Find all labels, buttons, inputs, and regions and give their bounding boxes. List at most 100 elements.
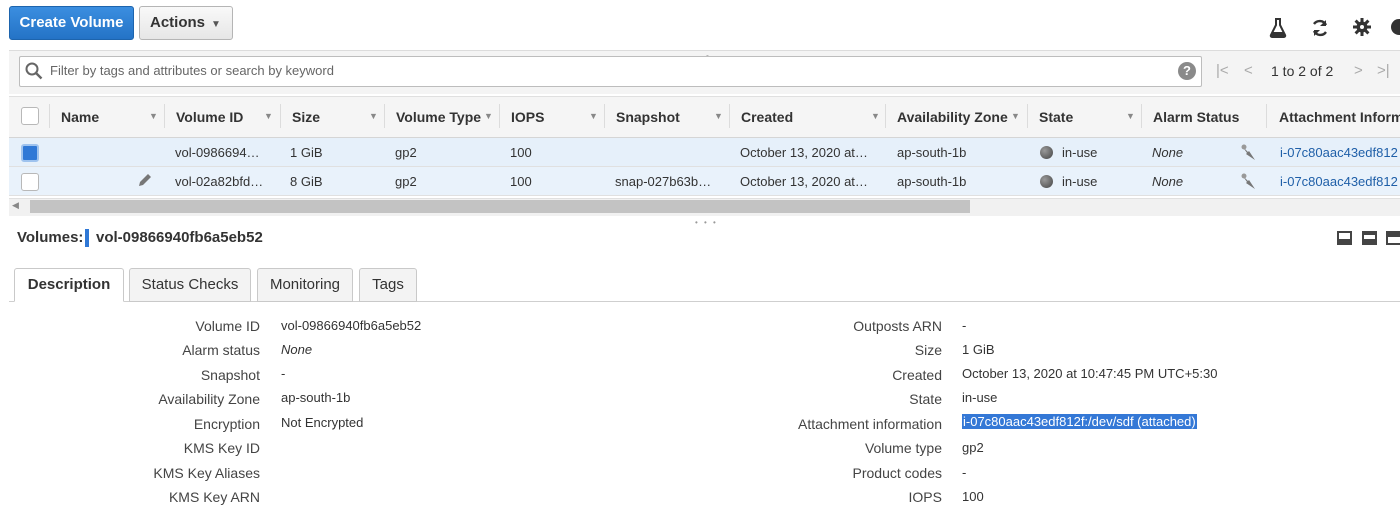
help-icon[interactable]: ? [1178,62,1196,80]
next-page-icon[interactable]: > [1354,62,1363,79]
value-outposts-arn: - [962,318,967,333]
cell-iops: 100 [510,174,532,189]
column-header-state[interactable]: State [1039,109,1073,125]
label-size: Size [914,342,942,358]
layout-bottom-icon[interactable] [1337,231,1352,245]
scrollbar-thumb[interactable] [30,200,970,213]
cell-volume-id: vol-0986694… [175,145,260,160]
tab-monitoring[interactable]: Monitoring [257,268,353,302]
sort-caret-icon[interactable]: ▼ [264,111,273,121]
tab-status-checks[interactable]: Status Checks [129,268,251,302]
column-divider [729,104,730,128]
column-header-alarm-status[interactable]: Alarm Status [1153,109,1239,125]
label-kms-key-arn: KMS Key ARN [168,489,260,505]
cell-alarm-status: None [1152,174,1184,189]
column-divider [1027,104,1028,128]
pagination-label: 1 to 2 of 2 [1271,63,1334,79]
row-checkbox[interactable] [21,144,39,162]
column-header-size[interactable]: Size [292,109,320,125]
sort-caret-icon[interactable]: ▼ [149,111,158,121]
column-divider [604,104,605,128]
label-kms-key-aliases: KMS Key Aliases [153,465,260,481]
cell-state: in-use [1062,145,1098,160]
column-header-iops[interactable]: IOPS [511,109,544,125]
column-header-volume-id[interactable]: Volume ID [176,109,243,125]
cell-volume-id: vol-02a82bfd… [175,174,264,189]
pane-splitter[interactable]: • • • [695,218,718,227]
cell-volume-type: gp2 [395,145,417,160]
column-header-attachment[interactable]: Attachment Inform [1279,109,1400,125]
value-state: in-use [962,390,998,405]
column-header-availability-zone[interactable]: Availability Zone [897,109,1008,125]
label-volume-type: Volume type [864,440,942,456]
value-alarm-status: None [281,342,313,357]
tab-description[interactable]: Description [14,268,124,302]
value-size: 1 GiB [962,342,995,357]
column-divider [49,104,50,128]
label-outposts-arn: Outposts ARN [853,318,942,334]
column-header-volume-type[interactable]: Volume Type [396,109,481,125]
prev-page-icon[interactable]: < [1244,62,1253,79]
state-indicator-icon [1040,175,1053,188]
value-volume-id: vol-09866940fb6a5eb52 [281,318,422,333]
cell-created: October 13, 2020 at… [740,145,868,160]
label-attachment-information: Attachment information [798,416,942,432]
create-alarm-icon[interactable] [1240,143,1258,164]
column-header-created[interactable]: Created [741,109,793,125]
state-indicator-icon [1040,146,1053,159]
label-snapshot: Snapshot [200,367,260,383]
help-circle-icon[interactable] [1390,18,1400,40]
value-iops: 100 [962,489,984,504]
sort-caret-icon[interactable]: ▼ [714,111,723,121]
create-volume-button[interactable]: Create Volume [9,6,134,40]
search-placeholder: Filter by tags and attributes or search … [50,63,334,78]
detail-header-label: Volumes: [17,229,84,246]
sort-caret-icon[interactable]: ▼ [484,111,493,121]
label-kms-key-id: KMS Key ID [183,440,260,456]
actions-dropdown[interactable]: Actions ▼ [139,6,233,40]
edit-name-icon[interactable] [137,172,153,191]
last-page-icon[interactable]: >| [1377,62,1390,79]
flask-icon[interactable] [1267,18,1289,40]
label-encryption: Encryption [193,416,260,432]
cell-created: October 13, 2020 at… [740,174,868,189]
cell-attachment[interactable]: i-07c80aac43edf812 [1280,145,1398,160]
sort-caret-icon[interactable]: ▼ [1126,111,1135,121]
label-iops: IOPS [908,489,942,505]
cell-availability-zone: ap-south-1b [897,174,967,189]
cell-volume-type: gp2 [395,174,417,189]
scroll-left-icon[interactable]: ◀ [12,200,19,211]
refresh-icon[interactable] [1309,18,1331,40]
sort-caret-icon[interactable]: ▼ [589,111,598,121]
column-divider [280,104,281,128]
actions-label: Actions [150,14,206,31]
column-divider [1141,104,1142,128]
detail-header-accent [85,229,89,247]
value-created: October 13, 2020 at 10:47:45 PM UTC+5:30 [962,366,1218,381]
row-checkbox[interactable] [21,173,39,191]
tab-tags[interactable]: Tags [359,268,417,302]
cell-size: 8 GiB [290,174,323,189]
select-all-checkbox[interactable] [21,107,39,125]
cell-size: 1 GiB [290,145,323,160]
column-header-name[interactable]: Name [61,109,99,125]
label-alarm-status: Alarm status [182,342,260,358]
value-attachment-information[interactable]: i-07c80aac43edf812f:/dev/sdf (attached) [962,414,1197,429]
first-page-icon[interactable]: |< [1216,62,1229,79]
cell-availability-zone: ap-south-1b [897,145,967,160]
cell-state: in-use [1062,174,1098,189]
layout-split-icon[interactable] [1362,231,1377,245]
sort-caret-icon[interactable]: ▼ [871,111,880,121]
sort-caret-icon[interactable]: ▼ [1011,111,1020,121]
cell-attachment[interactable]: i-07c80aac43edf812 [1280,174,1398,189]
sort-caret-icon[interactable]: ▼ [369,111,378,121]
layout-top-icon[interactable] [1386,231,1400,245]
cell-snapshot: snap-027b63b… [615,174,712,189]
search-icon [25,62,43,83]
gear-icon[interactable] [1351,18,1373,40]
label-created: Created [892,367,942,383]
column-header-snapshot[interactable]: Snapshot [616,109,680,125]
value-product-codes: - [962,465,967,480]
create-alarm-icon[interactable] [1240,172,1258,193]
cell-alarm-status: None [1152,145,1184,160]
